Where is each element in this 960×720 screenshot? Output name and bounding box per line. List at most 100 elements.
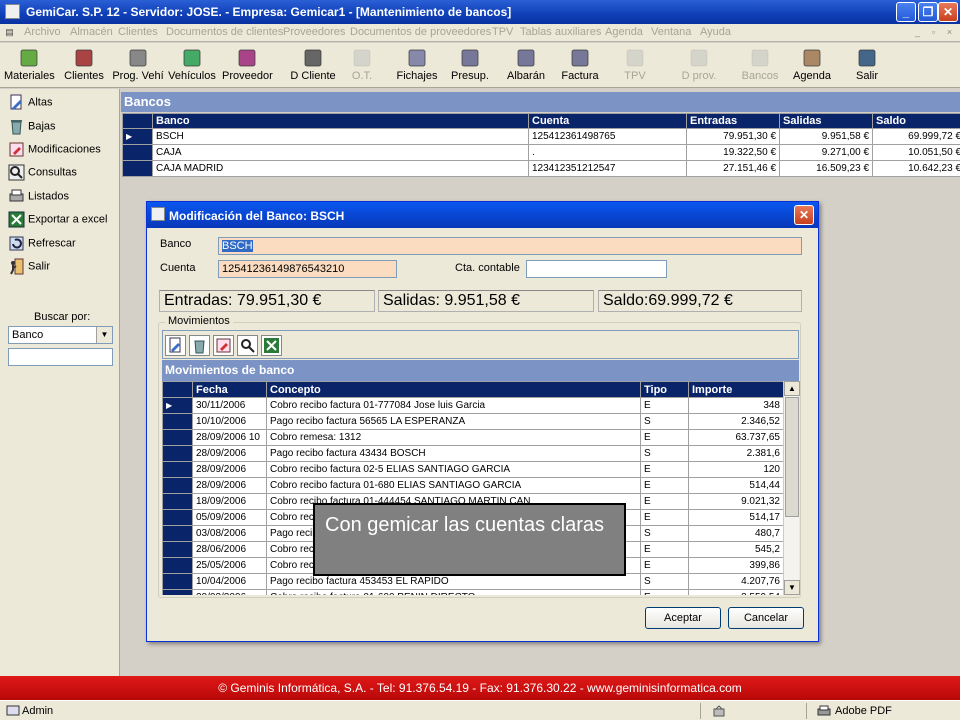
row-indicator[interactable]	[162, 477, 193, 494]
window-titlebar[interactable]: GemiCar. S.P. 12 - Servidor: JOSE. - Emp…	[0, 0, 960, 24]
row-indicator[interactable]: ▶	[162, 397, 193, 414]
movement-column-header[interactable]: Fecha	[192, 381, 267, 398]
table-cell[interactable]: 25/05/2006	[192, 557, 267, 574]
table-cell[interactable]: 2.346,52	[688, 413, 783, 430]
table-cell[interactable]: E	[640, 477, 689, 494]
mdi-doc-icon[interactable]: ▤	[4, 27, 15, 38]
toolbar-materiales-button[interactable]: Materiales	[4, 46, 55, 86]
action-exportar-excel[interactable]: Exportar a excel	[8, 211, 107, 231]
table-cell[interactable]: E	[640, 589, 689, 595]
table-cell[interactable]: 123412351212547	[528, 160, 687, 177]
search-field-select[interactable]: Banco ▼	[8, 326, 113, 344]
table-row[interactable]: ▶ 30/11/2006 Cobro recibo factura 01-77708…	[162, 397, 783, 414]
table-cell[interactable]: 10.051,50 €	[872, 144, 960, 161]
mov-add-icon[interactable]	[165, 335, 186, 356]
table-cell[interactable]: 399,86	[688, 557, 783, 574]
table-cell[interactable]: CAJA MADRID	[152, 160, 529, 177]
row-indicator[interactable]	[162, 461, 193, 478]
table-cell[interactable]: 9.951,58 €	[779, 128, 873, 145]
table-cell[interactable]: 4.207,76	[688, 573, 783, 590]
toolbar-d-prov-button[interactable]: D prov.	[674, 46, 724, 86]
menu-documentos-proveedores[interactable]: Documentos de proveedores	[350, 26, 491, 38]
dialog-close-button[interactable]: ✕	[794, 205, 814, 225]
table-cell[interactable]: S	[640, 573, 689, 590]
table-cell[interactable]: 514,44	[688, 477, 783, 494]
table-cell[interactable]: 20/03/2006	[192, 589, 267, 595]
row-indicator[interactable]	[122, 144, 153, 161]
row-indicator[interactable]	[162, 589, 193, 595]
table-cell[interactable]: 2.381,6	[688, 445, 783, 462]
table-cell[interactable]: 10/10/2006	[192, 413, 267, 430]
toolbar-factura-button[interactable]: Factura	[560, 46, 600, 86]
row-indicator[interactable]	[162, 493, 193, 510]
table-cell[interactable]: 10.642,23 €	[872, 160, 960, 177]
table-cell[interactable]: 69.999,72 €	[872, 128, 960, 145]
toolbar-prog-vehí-button[interactable]: Prog. Vehí	[112, 46, 164, 86]
table-cell[interactable]: E	[640, 397, 689, 414]
action-refrescar[interactable]: Refrescar	[8, 235, 76, 255]
table-cell[interactable]: 03/08/2006	[192, 525, 267, 542]
table-cell[interactable]: 28/09/2006	[192, 477, 267, 494]
toolbar-agenda-button[interactable]: Agenda	[790, 46, 834, 86]
action-salir[interactable]: Salir	[8, 258, 50, 278]
bank-column-header[interactable]: Entradas	[686, 113, 780, 129]
table-cell[interactable]: 28/09/2006	[192, 445, 267, 462]
table-cell[interactable]: Cobro recibo factura 01-680 ELIAS SANTIA…	[266, 477, 641, 494]
toolbar-o-t-button[interactable]: O.T.	[347, 46, 377, 86]
menu-ventana[interactable]: Ventana	[651, 26, 691, 38]
menu-clientes[interactable]: Clientes	[118, 26, 158, 38]
row-indicator[interactable]	[162, 445, 193, 462]
row-indicator[interactable]	[162, 573, 193, 590]
mdi-restore-icon[interactable]: ▫	[928, 27, 939, 38]
mov-edit-icon[interactable]	[213, 335, 234, 356]
table-row[interactable]: CAJA. 19.322,50 €9.271,00 €10.051,50 €	[122, 144, 960, 161]
toolbar-albarán-button[interactable]: Albarán	[504, 46, 548, 86]
table-cell[interactable]: 79.951,30 €	[686, 128, 780, 145]
table-cell[interactable]: 348	[688, 397, 783, 414]
toolbar-proveedor-button[interactable]: Proveedor	[222, 46, 273, 86]
banco-input[interactable]: BSCH	[218, 237, 802, 255]
bank-column-header[interactable]: Salidas	[779, 113, 873, 129]
table-cell[interactable]: 10/04/2006	[192, 573, 267, 590]
mov-export-icon[interactable]	[261, 335, 282, 356]
table-cell[interactable]: S	[640, 525, 689, 542]
table-row[interactable]: 10/10/2006 Pago recibo factura 56565 LA E…	[162, 413, 783, 430]
table-cell[interactable]: 27.151,46 €	[686, 160, 780, 177]
table-cell[interactable]: 514,17	[688, 509, 783, 526]
toolbar-clientes-button[interactable]: Clientes	[64, 46, 104, 86]
table-cell[interactable]: 120	[688, 461, 783, 478]
minimize-button[interactable]: _	[896, 2, 916, 22]
table-cell[interactable]: Cobro remesa: 1312	[266, 429, 641, 446]
menu-tpv[interactable]: TPV	[492, 26, 513, 38]
table-cell[interactable]: 9.271,00 €	[779, 144, 873, 161]
table-cell[interactable]: E	[640, 509, 689, 526]
search-input[interactable]	[8, 348, 113, 366]
table-cell[interactable]: 9.021,32	[688, 493, 783, 510]
table-cell[interactable]: 480,7	[688, 525, 783, 542]
table-cell[interactable]: Pago recibo factura 43434 BOSCH	[266, 445, 641, 462]
table-cell[interactable]: E	[640, 557, 689, 574]
menu-almacen[interactable]: Almacén	[70, 26, 113, 38]
table-cell[interactable]: E	[640, 541, 689, 558]
accept-button[interactable]: Aceptar	[645, 607, 721, 629]
table-cell[interactable]: E	[640, 493, 689, 510]
row-indicator[interactable]	[162, 525, 193, 542]
cta-contable-input[interactable]	[526, 260, 667, 278]
table-cell[interactable]: 18/09/2006	[192, 493, 267, 510]
toolbar-fichajes-button[interactable]: Fichajes	[394, 46, 440, 86]
mdi-minimize-icon[interactable]: _	[912, 27, 923, 38]
table-cell[interactable]: .	[528, 144, 687, 161]
cuenta-input[interactable]: 12541236149876543210	[218, 260, 397, 278]
table-row[interactable]: 20/03/2006Cobro recibo factura 01-600 PE…	[162, 589, 783, 595]
close-button[interactable]: ✕	[938, 2, 958, 22]
action-bajas[interactable]: Bajas	[8, 118, 56, 138]
action-listados[interactable]: Listados	[8, 188, 69, 208]
action-modificaciones[interactable]: Modificaciones	[8, 141, 101, 161]
movimientos-scrollbar[interactable]: ▲ ▼	[783, 381, 800, 595]
row-indicator[interactable]	[162, 413, 193, 430]
table-cell[interactable]: 19.322,50 €	[686, 144, 780, 161]
row-indicator[interactable]	[162, 541, 193, 558]
bank-column-header[interactable]: Cuenta	[528, 113, 687, 129]
toolbar-vehículos-button[interactable]: Vehículos	[168, 46, 216, 86]
mov-search-icon[interactable]	[237, 335, 258, 356]
